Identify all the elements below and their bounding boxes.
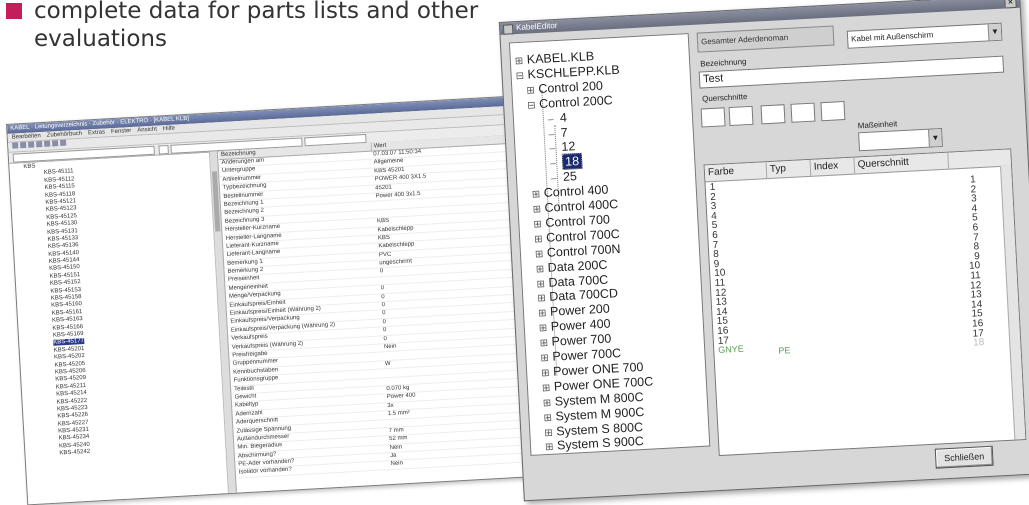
tree-item-label: KBS-45125	[46, 212, 78, 221]
cross-section-input[interactable]	[820, 101, 846, 122]
column-header-querschnitt[interactable]: Querschnitt	[854, 152, 950, 174]
tree-item-label: KBS-45121	[45, 198, 77, 206]
tree-item-label: KBS-45206	[54, 367, 86, 376]
tree-item-label: KBS-45133	[47, 235, 79, 243]
tree-item-label: KBS-45242	[59, 449, 91, 457]
tree-item-label: KBS-45140	[48, 249, 80, 258]
tree-item-label: KBS-45161	[51, 308, 83, 317]
properties-grid: Bezeichnung Wert Änderungen am 07.03.07 1…	[218, 133, 548, 493]
tree-item-label: KBS-45158	[50, 294, 82, 302]
cross-section-input[interactable]	[760, 104, 786, 125]
column-header-farbe[interactable]: Farbe	[704, 162, 768, 182]
tree-item-label: KBS-45153	[50, 286, 82, 295]
dialog-title: KabelEditor	[515, 20, 558, 33]
tree-item-label: KBS-45231	[58, 426, 90, 435]
tree-root-label: KBS	[23, 163, 36, 171]
tree-item-label: KBS-45118	[44, 190, 76, 199]
caption-line-1: complete data for parts lists and other	[34, 0, 479, 24]
cable-name-field[interactable]: Gesamter Aderdenoman	[696, 25, 835, 53]
cable-editor-dialog: KabelEditor ✕ ⊞ KABEL.KLB ⊟ KSCHLEPP.KLB ⊞ Co…	[498, 0, 1029, 502]
tree-item-label: KBS-45202	[53, 353, 85, 361]
cable-type-value: Kabel mit Außenschirm	[850, 30, 934, 44]
column-header-index[interactable]: Index	[810, 157, 856, 176]
scrollbar[interactable]	[1000, 165, 1026, 440]
cross-section-input[interactable]	[700, 107, 726, 128]
cable-tree[interactable]: ⊞ KABEL.KLB ⊟ KSCHLEPP.KLB ⊞ Control 200 ⊟ Cont…	[508, 33, 711, 456]
menu-item[interactable]: Bearbeiten	[12, 133, 41, 141]
tree-item-label: KBS-45115	[44, 183, 76, 192]
tree-item-label: KBS-45240	[58, 441, 90, 450]
caption-text: complete data for parts lists and other …	[34, 0, 478, 53]
toolbar-icon[interactable]	[20, 142, 27, 149]
menu-item[interactable]: Hilfe	[163, 126, 175, 133]
tree-item-label: KBS-45222	[56, 397, 88, 406]
tree-item-label: KBS-45234	[58, 434, 90, 442]
tree-item-label: KBS-45226	[57, 412, 89, 420]
column-header-typ[interactable]: Typ	[766, 159, 812, 179]
tree-item-label: KBS-45227	[57, 419, 89, 428]
toolbar-icon[interactable]	[52, 140, 59, 147]
unit-select[interactable]: ▼	[858, 127, 943, 152]
toolbar-icon[interactable]	[36, 141, 43, 148]
tree-item-label: KBS-45131	[46, 227, 78, 236]
toolbar-icon[interactable]	[12, 142, 19, 150]
tree-item-label: KBS-45111	[43, 168, 74, 177]
tree-item-label: System S 900C	[556, 434, 645, 453]
chevron-down-icon[interactable]: ▼	[987, 23, 1002, 41]
cross-section-column: 1 2 3 4 5 6 7 8 9 10 11 12 13 14 15 16 17 18	[936, 174, 985, 350]
tree-item-label: KBS-45123	[45, 205, 77, 214]
designation-label: Bezeichnung	[700, 57, 747, 69]
caption-line-2: evaluations	[34, 26, 167, 52]
scrollbar-thumb[interactable]	[211, 171, 221, 232]
tree-item-label: KBS-45112	[44, 176, 75, 184]
collapse-icon[interactable]: ⊟	[515, 68, 525, 86]
bullet-square-icon	[6, 3, 22, 19]
menu-item[interactable]: Extras	[88, 129, 105, 136]
tree-item-label: KBS-45209	[55, 375, 87, 383]
tree-item-label: KBS-45205	[54, 360, 86, 369]
tree-item-label: KBS-45144	[48, 257, 80, 265]
row-number-column: 1 2 3 4 5 6 7 8 9 10 11 12 13 14 15 16 17	[709, 182, 729, 347]
tree-item-label: KBS-45211	[55, 382, 87, 391]
close-icon[interactable]: ✕	[1004, 0, 1017, 9]
collapse-icon[interactable]: ⊟	[527, 97, 537, 115]
menu-item[interactable]: Zubehörbuch	[47, 131, 83, 139]
expand-icon[interactable]: ⊞	[545, 439, 555, 457]
menu-item[interactable]: Fenster	[111, 128, 132, 135]
tree-item-label: KBS-45201	[53, 345, 85, 354]
parts-tree[interactable]: KBS KBS-45111 KBS-45112 KBS-45115 KBS-45118 K…	[9, 151, 229, 505]
tree-item-label: KBS-45150	[49, 264, 81, 273]
tree-item-label: KBS-45166	[52, 323, 84, 332]
tree-item[interactable]: ⊞ System S 900C	[545, 432, 645, 455]
menu-item[interactable]: Ansicht	[137, 127, 157, 134]
app-icon	[502, 24, 514, 35]
close-button[interactable]: Schließen	[934, 445, 994, 469]
tree-item-label: KBS-45151	[49, 271, 81, 280]
unit-label: Maßeinheit	[857, 119, 898, 131]
tree-item-label: KBS-45152	[49, 279, 81, 288]
tree-item[interactable]: ⊟ Control 200C	[527, 91, 613, 113]
toolbar-icon[interactable]	[60, 140, 67, 147]
chevron-down-icon[interactable]: ▼	[928, 128, 942, 147]
row-type-value: PE	[778, 345, 791, 356]
cross-section-input[interactable]	[728, 105, 754, 127]
cable-type-select[interactable]: Kabel mit Außenschirm ▼	[846, 22, 1003, 49]
tree-item-label: KBS-45177	[53, 338, 85, 347]
cross-section-input[interactable]	[790, 102, 816, 123]
cross-section-label: Querschnitte	[701, 92, 748, 104]
parts-list-window: KABEL · Leitungsverzeichnis · Zubehör · …	[6, 94, 549, 505]
row-color-value: GNYE	[718, 343, 745, 355]
tree-item-label: KBS-45130	[46, 220, 78, 229]
toolbar-icon[interactable]	[44, 140, 51, 148]
tree-item-label: KBS-45136	[47, 242, 79, 251]
cable-properties: Gesamter Aderdenoman Kabel mit Außenschi…	[696, 16, 1029, 457]
tree-item-label: KBS-45214	[56, 390, 88, 398]
tree-item-label: KBS-45169	[52, 330, 84, 339]
toolbar-icon[interactable]	[28, 141, 35, 149]
tree-item-label: KBS-45160	[51, 301, 83, 310]
tree-item-label: KBS-45223	[56, 404, 88, 413]
tree-item-label: KBS-45163	[51, 316, 83, 324]
cross-section-value: 18	[972, 337, 985, 349]
conductor-table[interactable]: Farbe Typ Index Querschnitt 1 2 3 4 5 6 7 8 9 10 1…	[703, 148, 1027, 457]
